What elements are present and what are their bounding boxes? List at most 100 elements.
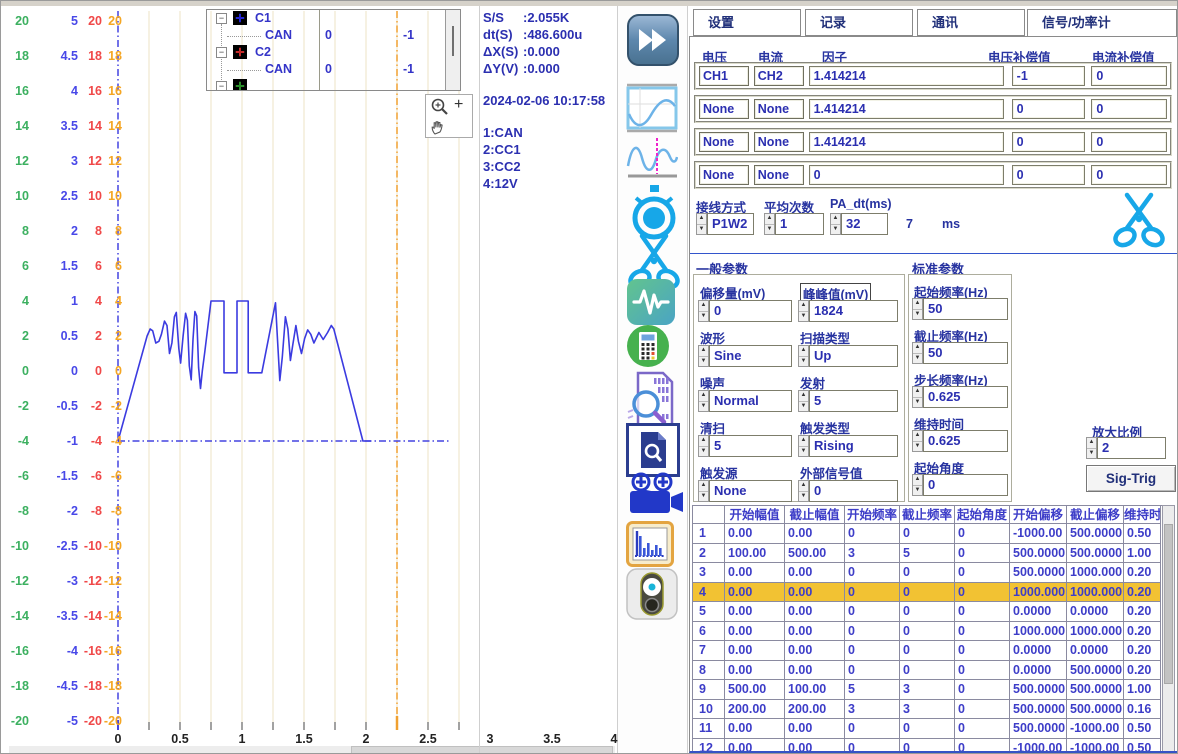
current-comp-input[interactable]: 0	[1091, 165, 1167, 185]
channel-tree-child-row[interactable]: CAN0-1	[207, 61, 460, 78]
table-row[interactable]: 2100.00500.00350500.0000500.00001.00	[693, 544, 1162, 564]
spin-buttons[interactable]: ▲▼	[698, 345, 709, 367]
spin-buttons[interactable]: ▲▼	[698, 300, 709, 322]
spin-buttons[interactable]: ▲▼	[912, 430, 923, 452]
video-camera-icon[interactable]	[626, 471, 684, 524]
waveform-cursor-icon[interactable]	[626, 136, 678, 185]
field-value[interactable]: Normal	[709, 390, 792, 412]
overlay-scrollbar-thumb[interactable]	[452, 26, 454, 56]
table-row[interactable]: 70.000.000000.00000.00000.20	[693, 641, 1162, 661]
spin-buttons[interactable]: ▲▼	[798, 435, 809, 457]
param-field-触发类型[interactable]: ▲▼Rising	[798, 435, 898, 457]
current-channel-select[interactable]: CH2	[754, 66, 804, 86]
zoom-plus-label[interactable]: +	[454, 96, 463, 114]
table-row[interactable]: 80.000.000000.0000500.00000.20	[693, 661, 1162, 681]
field-value[interactable]: 0	[923, 474, 1008, 496]
field-value[interactable]: 1824	[809, 300, 898, 322]
spin-buttons[interactable]: ▲▼	[696, 213, 707, 235]
table-row[interactable]: 110.000.00000500.0000-1000.000.50	[693, 719, 1162, 739]
param-field-步长频率(Hz)[interactable]: ▲▼0.625	[912, 386, 1008, 408]
voltage-channel-select[interactable]: None	[699, 165, 749, 185]
fast-forward-button[interactable]	[626, 13, 680, 72]
voltage-comp-input[interactable]: 0	[1012, 99, 1086, 119]
field-value[interactable]: Up	[809, 345, 898, 367]
channel-tree-child-row[interactable]: CAN0-1	[207, 27, 460, 44]
table-row[interactable]: 30.000.00000500.00001000.0000.20	[693, 563, 1162, 583]
zoom-ratio-value[interactable]: 2	[1097, 437, 1166, 459]
field-value[interactable]: None	[709, 480, 792, 502]
spin-buttons[interactable]: ▲▼	[698, 480, 709, 502]
field-value[interactable]: 0.625	[923, 386, 1008, 408]
field-value[interactable]: Rising	[809, 435, 898, 457]
spin-buttons[interactable]: ▲▼	[912, 386, 923, 408]
wiring-mode-field[interactable]: ▲▼P1W2	[696, 213, 754, 235]
table-row[interactable]: 120.000.00000-1000.00-1000.000.50	[693, 739, 1162, 754]
tab-signal-power-meter[interactable]: 信号/功率计	[1027, 9, 1177, 38]
calculator-icon[interactable]	[626, 324, 670, 373]
pa-dt-field[interactable]: ▲▼32	[830, 213, 888, 235]
current-comp-input[interactable]: 0	[1091, 99, 1167, 119]
spin-buttons[interactable]: ▲▼	[798, 390, 809, 412]
hand-pan-icon[interactable]	[430, 118, 448, 136]
channel-tree-row[interactable]: −✛	[207, 78, 460, 91]
table-row[interactable]: 10.000.00000-1000.00500.00000.50	[693, 524, 1162, 544]
table-row[interactable]: 40.000.000001000.0001000.0000.20	[693, 583, 1162, 603]
spin-buttons[interactable]: ▲▼	[798, 480, 809, 502]
param-field-波形[interactable]: ▲▼Sine	[698, 345, 792, 367]
param-field-发射[interactable]: ▲▼5	[798, 390, 898, 412]
segment-table-scrollbar-thumb[interactable]	[1164, 524, 1173, 684]
segment-table-scrollbar[interactable]	[1162, 505, 1175, 752]
param-field-起始角度[interactable]: ▲▼0	[912, 474, 1008, 496]
spin-buttons[interactable]: ▲▼	[764, 213, 775, 235]
spin-buttons[interactable]: ▲▼	[698, 390, 709, 412]
histogram-button[interactable]	[626, 521, 674, 572]
voltage-channel-select[interactable]: CH1	[699, 66, 749, 86]
current-channel-select[interactable]: None	[754, 99, 804, 119]
param-field-外部信号值[interactable]: ▲▼0	[798, 480, 898, 502]
channel-tree-panel[interactable]: −✛C1CAN0-1−✛C2CAN0-1−✛	[206, 9, 461, 91]
tab-1[interactable]: 记录	[805, 9, 913, 36]
table-row[interactable]: 60.000.000001000.0001000.0000.20	[693, 622, 1162, 642]
param-field-偏移量(mV)[interactable]: ▲▼0	[698, 300, 792, 322]
param-field-截止频率(Hz)[interactable]: ▲▼50	[912, 342, 1008, 364]
waveform-display-icon[interactable]	[626, 83, 678, 138]
sig-trig-button[interactable]: Sig-Trig	[1086, 465, 1176, 492]
field-value[interactable]: 0	[809, 480, 898, 502]
factor-input[interactable]: 1.414214	[809, 99, 1004, 119]
magnifier-zoom-icon[interactable]	[430, 97, 450, 117]
field-value[interactable]: 32	[841, 213, 888, 235]
speaker-button[interactable]	[626, 568, 678, 625]
scissors-icon[interactable]	[1110, 190, 1168, 255]
spin-buttons[interactable]: ▲▼	[912, 474, 923, 496]
voltage-channel-select[interactable]: None	[699, 99, 749, 119]
factor-input[interactable]: 1.414214	[809, 132, 1004, 152]
field-value[interactable]: 5	[809, 390, 898, 412]
factor-input[interactable]: 1.414214	[809, 66, 1004, 86]
voltage-comp-input[interactable]: 0	[1012, 165, 1086, 185]
table-row[interactable]: 10200.00200.00330500.0000500.00000.16	[693, 700, 1162, 720]
current-channel-select[interactable]: None	[754, 165, 804, 185]
field-value[interactable]: 50	[923, 298, 1008, 320]
param-field-触发源[interactable]: ▲▼None	[698, 480, 792, 502]
channel-tree-row[interactable]: −✛C2	[207, 44, 460, 61]
param-field-峰峰值(mV)[interactable]: ▲▼1824	[798, 300, 898, 322]
tab-0[interactable]: 设置	[693, 9, 801, 36]
param-field-维持时间[interactable]: ▲▼0.625	[912, 430, 1008, 452]
current-comp-input[interactable]: 0	[1091, 66, 1167, 86]
param-field-清扫[interactable]: ▲▼5	[698, 435, 792, 457]
spin-buttons[interactable]: ▲▼	[698, 435, 709, 457]
channel-tree-row[interactable]: −✛C1	[207, 10, 460, 27]
average-count-field[interactable]: ▲▼1	[764, 213, 824, 235]
field-value[interactable]: 50	[923, 342, 1008, 364]
tree-collapse-icon[interactable]: −	[216, 13, 227, 24]
field-value[interactable]: Sine	[709, 345, 792, 367]
spin-buttons[interactable]: ▲▼	[798, 300, 809, 322]
overlay-scrollbar[interactable]	[445, 10, 460, 90]
spin-buttons[interactable]: ▲▼	[912, 342, 923, 364]
param-field-噪声[interactable]: ▲▼Normal	[698, 390, 792, 412]
tree-collapse-icon[interactable]: −	[216, 47, 227, 58]
tree-collapse-icon[interactable]: −	[216, 81, 227, 91]
tab-2[interactable]: 通讯	[917, 9, 1025, 36]
param-field-扫描类型[interactable]: ▲▼Up	[798, 345, 898, 367]
field-value[interactable]: P1W2	[707, 213, 754, 235]
